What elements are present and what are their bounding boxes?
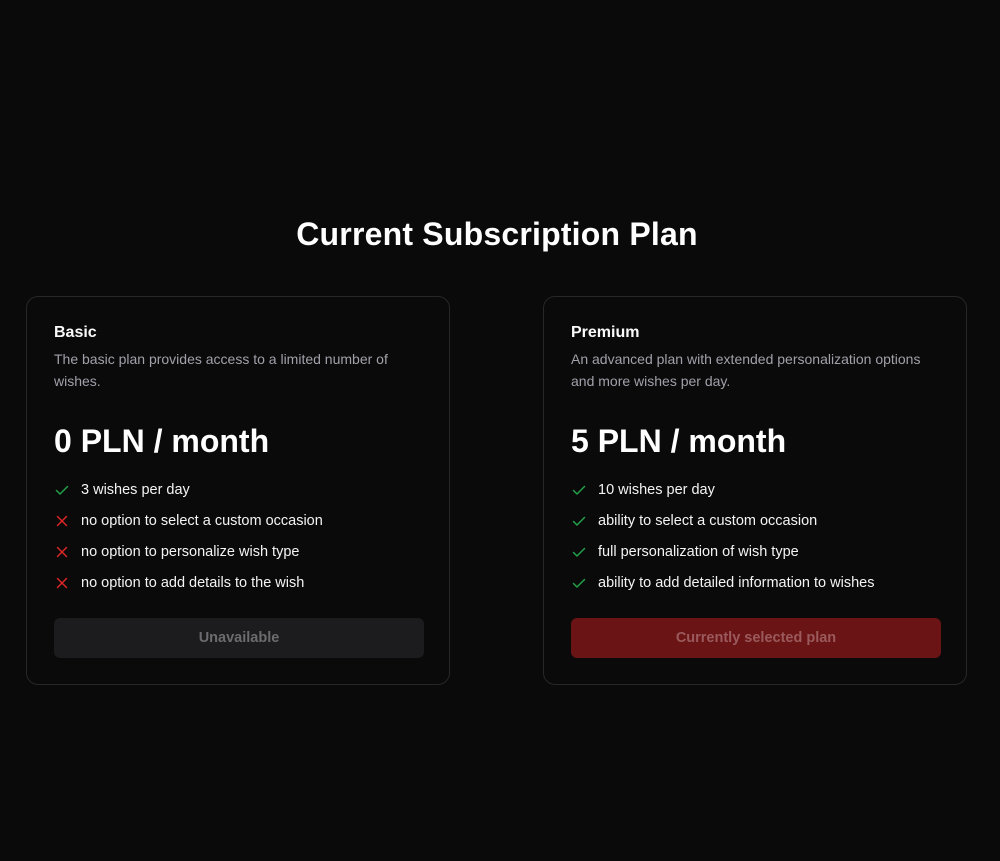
feature-item: 3 wishes per day — [54, 474, 422, 505]
plan-name: Basic — [54, 324, 97, 341]
feature-item: 10 wishes per day — [571, 474, 939, 505]
plan-description: The basic plan provides access to a limi… — [54, 351, 388, 389]
check-icon — [572, 516, 586, 526]
feature-text: 3 wishes per day — [81, 481, 190, 498]
page-title: Current Subscription Plan — [296, 216, 698, 252]
feature-text: no option to personalize wish type — [81, 543, 300, 560]
plan-description: An advanced plan with extended personali… — [571, 351, 921, 389]
feature-item: ability to select a custom occasion — [571, 505, 939, 536]
feature-item: ability to add detailed information to w… — [571, 567, 939, 598]
plan-card-premium: Premium An advanced plan with extended p… — [543, 296, 967, 685]
feature-list: 10 wishes per day ability to select a cu… — [571, 474, 939, 598]
feature-text: ability to select a custom occasion — [598, 512, 818, 529]
feature-text: 10 wishes per day — [598, 481, 715, 498]
feature-item: no option to select a custom occasion — [54, 505, 422, 536]
cross-icon — [56, 577, 68, 588]
plan-price: 5 PLN / month — [571, 423, 787, 459]
cross-icon — [56, 515, 68, 526]
unavailable-button[interactable]: Unavailable — [54, 618, 424, 658]
check-icon — [572, 547, 586, 557]
feature-text: no option to add details to the wish — [81, 574, 305, 591]
subscription-page: Current Subscription Plan Basic The basi… — [0, 0, 1000, 861]
feature-text: ability to add detailed information to w… — [598, 574, 875, 591]
check-icon — [572, 578, 586, 588]
plan-card-basic: Basic The basic plan provides access to … — [26, 296, 450, 685]
currently-selected-plan-button[interactable]: Currently selected plan — [571, 618, 941, 658]
check-icon — [572, 485, 586, 495]
feature-item: full personalization of wish type — [571, 536, 939, 567]
plan-name: Premium — [571, 324, 640, 341]
feature-item: no option to add details to the wish — [54, 567, 422, 598]
feature-text: no option to select a custom occasion — [81, 512, 323, 529]
feature-text: full personalization of wish type — [598, 543, 799, 560]
feature-item: no option to personalize wish type — [54, 536, 422, 567]
cross-icon — [56, 546, 68, 557]
feature-list: 3 wishes per day no option to select a c… — [54, 474, 422, 598]
plan-price: 0 PLN / month — [54, 423, 270, 459]
check-icon — [55, 485, 69, 495]
